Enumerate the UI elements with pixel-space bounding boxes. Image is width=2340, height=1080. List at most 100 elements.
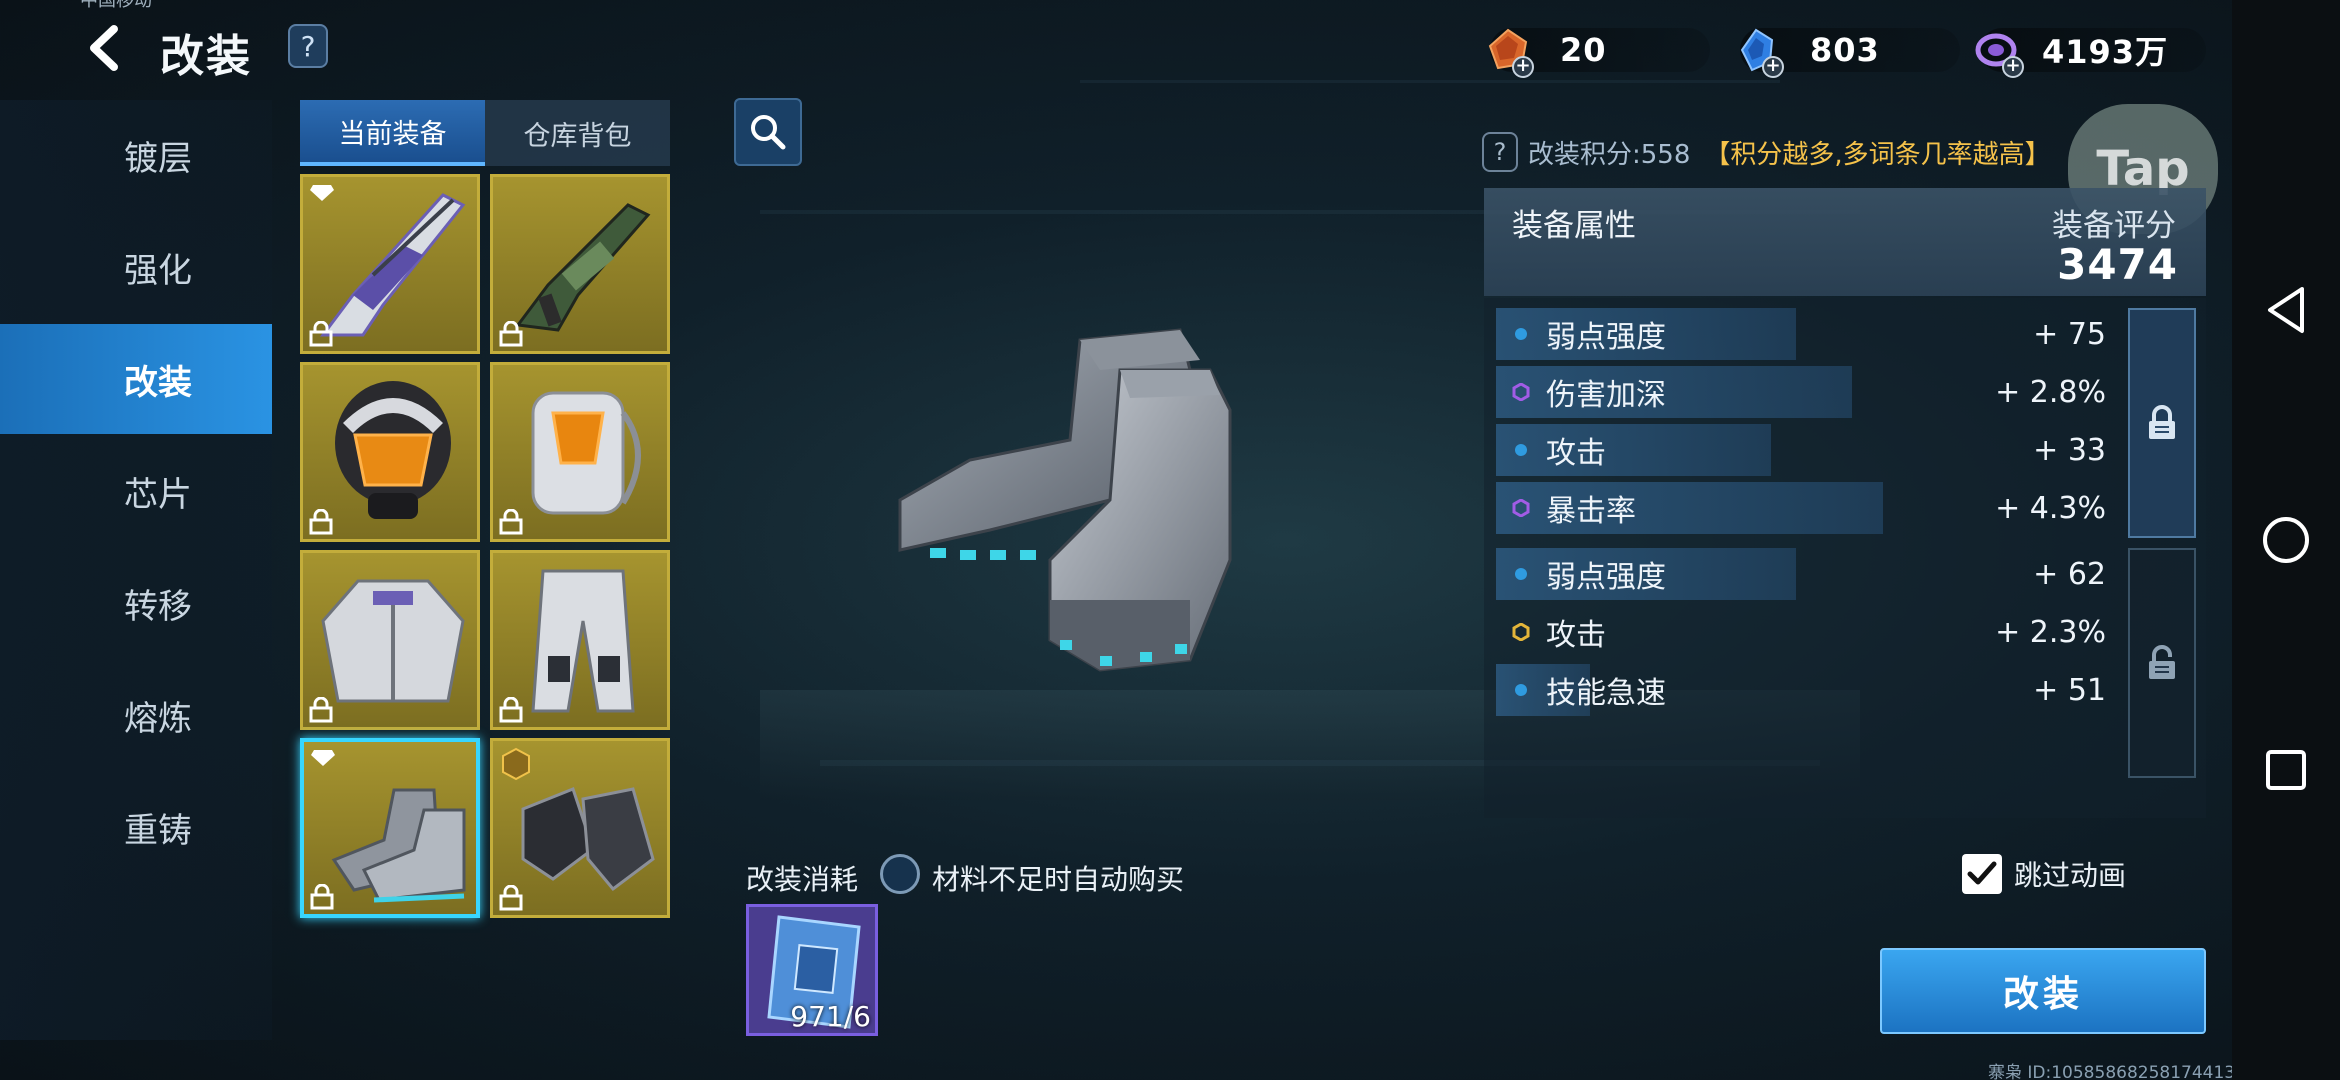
search-icon: [751, 115, 786, 150]
currency-orange[interactable]: + 20: [1488, 28, 1710, 78]
bound-lock-icon: [310, 884, 334, 910]
rifle-white-icon: [320, 193, 466, 337]
nav-home-button[interactable]: [2258, 512, 2314, 568]
attribute-value: + 51: [2033, 672, 2106, 708]
attribute-name: 弱点强度: [1546, 320, 1666, 355]
attribute-name: 弱点强度: [1546, 560, 1666, 595]
skip-animation-checkbox[interactable]: [1962, 854, 2002, 894]
menu-item-modify[interactable]: 改装: [0, 324, 272, 434]
help-button[interactable]: ?: [288, 24, 328, 68]
equipment-slot-backpack[interactable]: [490, 362, 670, 542]
boots-icon: [331, 788, 466, 903]
equipment-slot-jacket[interactable]: [300, 550, 480, 730]
menu-item-transfer[interactable]: 转移: [0, 548, 272, 658]
menu-item-enhance[interactable]: 强化: [0, 212, 272, 322]
page-title: 改装: [160, 31, 252, 82]
top-bar: 中国移动 改装 ? + 20 + 803 + 4193万: [0, 0, 2340, 96]
circle-icon: [1515, 328, 1527, 340]
gloves-icon: [521, 787, 655, 892]
score-label: 改装积分:558: [1528, 139, 1691, 170]
attribute-roll-bar: [1496, 424, 1771, 476]
circle-icon: [1515, 444, 1527, 456]
hexagon-icon: [1512, 383, 1530, 401]
pants-icon: [531, 569, 635, 713]
menu-item-plating[interactable]: 镀层: [0, 100, 272, 210]
bound-lock-icon: [309, 509, 333, 535]
attribute-value: + 2.8%: [1995, 374, 2106, 410]
nav-recents-button[interactable]: [2258, 742, 2314, 798]
tab-warehouse[interactable]: 仓库背包: [485, 100, 670, 166]
rating-value: 3474: [2057, 240, 2178, 289]
back-button[interactable]: [78, 18, 130, 78]
equipment-slot-boots[interactable]: [300, 738, 480, 918]
search-button[interactable]: [734, 98, 802, 166]
menu-item-chip[interactable]: 芯片: [0, 436, 272, 546]
modify-button[interactable]: 改装: [1880, 948, 2206, 1034]
material-slot[interactable]: 971/6: [746, 904, 878, 1036]
skip-animation-label: 跳过动画: [2014, 859, 2127, 892]
helmet-icon: [335, 381, 451, 519]
orange-crystal-icon: +: [1484, 26, 1534, 78]
nav-back-button[interactable]: [2258, 282, 2314, 338]
triangle-back-icon: [2268, 287, 2304, 333]
lock-open-icon: [2149, 645, 2175, 679]
tab-current-equipment[interactable]: 当前装备: [300, 100, 485, 166]
circle-icon: [1515, 568, 1527, 580]
attribute-row: 攻击 + 33: [1496, 424, 2120, 476]
bound-lock-icon: [499, 321, 523, 347]
menu-item-smelt[interactable]: 熔炼: [0, 660, 272, 770]
circle-icon: [1515, 684, 1527, 696]
hexagon-icon: [1512, 623, 1530, 641]
boots-model-icon: [898, 328, 1232, 672]
modify-cost-label: 改装消耗: [746, 863, 859, 896]
purple-coin-icon: +: [1974, 26, 2024, 78]
currency-value: 803: [1810, 31, 1880, 69]
rating-label: 装备评分: [2052, 208, 2176, 244]
lock-unlocked-button[interactable]: [2128, 548, 2196, 778]
attribute-name: 攻击: [1546, 436, 1606, 471]
attribute-name: 技能急速: [1546, 676, 1666, 711]
auto-buy-label: 材料不足时自动购买: [932, 863, 1185, 896]
attribute-row: 伤害加深 + 2.8%: [1496, 366, 2120, 418]
bound-lock-icon: [499, 509, 523, 535]
add-icon[interactable]: +: [2002, 56, 2024, 78]
attribute-row: 弱点强度 + 75: [1496, 308, 2120, 360]
blue-crystal-icon: +: [1734, 26, 1784, 78]
bound-lock-icon: [309, 697, 333, 723]
attribute-name: 伤害加深: [1546, 378, 1666, 413]
attribute-list: 弱点强度 + 75 伤害加深 + 2.8% 攻击 + 33 暴击率 + 4.3% 弱点强度 + 6…: [1484, 298, 2206, 818]
player-id: 寨枭 ID:1058586825817441313: [1988, 1063, 2257, 1080]
equipment-slot-helmet[interactable]: [300, 362, 480, 542]
lock-locked-button[interactable]: [2128, 308, 2196, 538]
attribute-value: + 62: [2033, 556, 2106, 592]
back-arrow-icon: [90, 25, 118, 71]
backpack-icon: [531, 391, 641, 515]
equipment-slot-rifle-white[interactable]: [300, 174, 480, 354]
score-help-button[interactable]: ?: [1482, 132, 1518, 172]
currency-purple[interactable]: + 4193万: [1975, 28, 2206, 78]
auto-buy-toggle[interactable]: [880, 854, 920, 894]
equipment-slot-pants[interactable]: [490, 550, 670, 730]
add-icon[interactable]: +: [1762, 56, 1784, 78]
attribute-value: + 2.3%: [1995, 614, 2106, 650]
equipment-slot-gloves[interactable]: [490, 738, 670, 918]
currency-value: 4193万: [2042, 33, 2169, 71]
add-icon[interactable]: +: [1512, 56, 1534, 78]
material-count: 971/6: [790, 1000, 871, 1033]
modify-score: ? 改装积分:558 【积分越多,多词条几率越高】: [1482, 132, 2051, 172]
jacket-icon: [321, 579, 465, 703]
attribute-header: 装备属性 装备评分 3474: [1484, 188, 2206, 296]
checkmark-icon: [1967, 861, 1997, 885]
equipment-slot-rifle-green[interactable]: [490, 174, 670, 354]
attribute-name: 暴击率: [1546, 494, 1636, 529]
menu-item-recast[interactable]: 重铸: [0, 772, 272, 882]
bound-lock-icon: [499, 885, 523, 911]
attribute-value: + 75: [2033, 316, 2106, 352]
attribute-row: 弱点强度 + 62: [1496, 548, 2120, 600]
currency-blue[interactable]: + 803: [1740, 28, 1960, 78]
equipment-preview-boots[interactable]: [870, 300, 1250, 700]
hexagon-icon: [1512, 499, 1530, 517]
lock-closed-icon: [2149, 405, 2175, 439]
rifle-green-icon: [515, 203, 651, 332]
currency-value: 20: [1560, 31, 1607, 69]
